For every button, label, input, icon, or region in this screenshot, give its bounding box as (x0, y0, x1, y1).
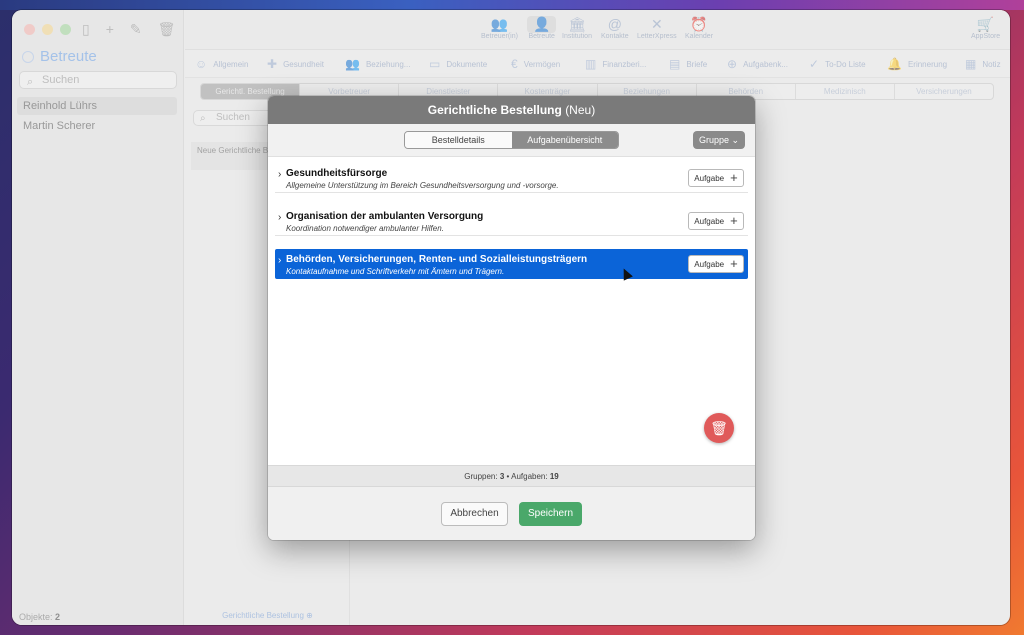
chevron-right-icon[interactable]: › (278, 212, 281, 223)
dialog-status-bar: Gruppen: 3 • Aufgaben: 19 (268, 465, 755, 487)
delete-trash-icon[interactable]: 🗑 (704, 413, 734, 443)
group-subtitle: Kontaktaufnahme und Schriftverkehr mit Ä… (286, 267, 505, 276)
dialog-footer: Abbrechen Speichern (268, 487, 755, 540)
add-task-button[interactable]: Aufgabe + (688, 255, 744, 273)
status-separator: • (506, 472, 510, 481)
dialog-title-text: Gerichtliche Bestellung (427, 103, 562, 117)
cancel-button[interactable]: Abbrechen (441, 502, 508, 526)
group-subtitle: Allgemeine Unterstützung im Bereich Gesu… (286, 181, 559, 190)
save-button[interactable]: Speichern (519, 502, 582, 526)
dialog-title-suffix: (Neu) (565, 103, 596, 117)
add-task-label: Aufgabe (694, 216, 725, 226)
tasks-label: Aufgaben: (511, 472, 548, 481)
groups-label: Gruppen: (464, 472, 498, 481)
add-task-button[interactable]: Aufgabe + (688, 212, 744, 230)
plus-icon: + (730, 256, 738, 271)
tasks-count: 19 (549, 472, 559, 481)
add-task-label: Aufgabe (694, 259, 725, 269)
group-subtitle: Koordination notwendiger ambulanter Hilf… (286, 224, 444, 233)
dialog-title: Gerichtliche Bestellung (Neu) (268, 96, 755, 124)
task-group-list: › Gesundheitsfürsorge Allgemeine Unterst… (268, 157, 755, 465)
groups-count: 3 (499, 472, 505, 481)
tab-bestelldetails[interactable]: Bestelldetails (405, 132, 512, 148)
group-title: Behörden, Versicherungen, Renten- und So… (286, 254, 588, 265)
group-dropdown-button[interactable]: Gruppe ⌄ (693, 131, 745, 149)
group-title: Gesundheitsfürsorge (286, 168, 388, 179)
dialog-tabs: Bestelldetails Aufgabenübersicht (404, 131, 619, 149)
desktop-wallpaper (0, 0, 1024, 10)
plus-icon: + (730, 213, 738, 228)
tab-aufgabenuebersicht[interactable]: Aufgabenübersicht (511, 132, 618, 148)
chevron-right-icon[interactable]: › (278, 255, 281, 266)
dialog-tab-row: Bestelldetails Aufgabenübersicht Gruppe … (268, 124, 755, 157)
task-group-row-selected[interactable]: › Behörden, Versicherungen, Renten- und … (275, 249, 748, 279)
plus-icon: + (730, 170, 738, 185)
order-dialog: Gerichtliche Bestellung (Neu) Bestelldet… (268, 96, 755, 540)
group-title: Organisation der ambulanten Versorgung (286, 211, 484, 222)
add-task-button[interactable]: Aufgabe + (688, 169, 744, 187)
task-group-row[interactable]: › Organisation der ambulanten Versorgung… (275, 206, 748, 236)
task-group-row[interactable]: › Gesundheitsfürsorge Allgemeine Unterst… (275, 163, 748, 193)
add-task-label: Aufgabe (694, 173, 725, 183)
chevron-right-icon[interactable]: › (278, 169, 281, 180)
